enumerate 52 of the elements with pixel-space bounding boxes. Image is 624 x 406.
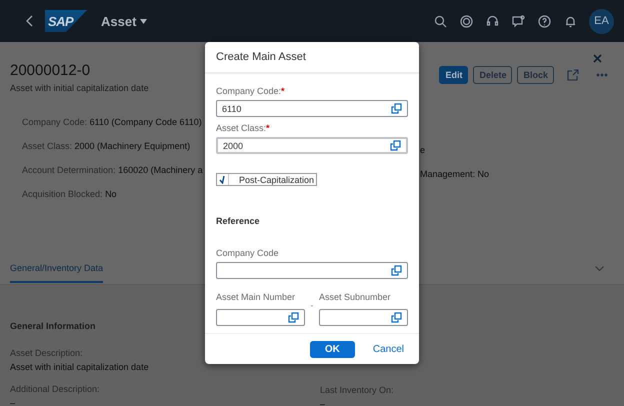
- field-label: Asset Main Number: [216, 292, 296, 302]
- ok-button[interactable]: OK: [310, 340, 355, 358]
- header-field: Account Determination: 160020 (Machinery a: [22, 165, 203, 175]
- header-field: Company Code: 6110 (Company Code 6110): [22, 117, 203, 127]
- dialog-title: Create Main Asset: [205, 42, 419, 74]
- app-title-menu[interactable]: Asset: [101, 14, 148, 28]
- post-capitalization-checkbox[interactable]: Post-Capitalization: [216, 173, 318, 186]
- bell-icon[interactable]: [564, 14, 577, 28]
- field-label: Asset Description:: [10, 348, 84, 358]
- back-icon[interactable]: [26, 15, 33, 27]
- field-label: Company Code:*: [216, 86, 286, 96]
- input-field[interactable]: [319, 309, 408, 326]
- more-icon[interactable]: [596, 73, 608, 77]
- value-help-icon[interactable]: [391, 103, 402, 114]
- input-field[interactable]: 6110: [216, 100, 408, 117]
- value-help-icon[interactable]: [391, 312, 402, 323]
- field-value: Asset with initial capitalization date: [10, 362, 150, 372]
- cancel-button[interactable]: Cancel: [368, 340, 408, 358]
- ring-icon[interactable]: [460, 14, 473, 28]
- headset-icon[interactable]: [486, 14, 499, 28]
- input-field[interactable]: [216, 309, 305, 326]
- header-field: Acquisition Blocked: No: [22, 189, 203, 199]
- header-field: Asset Class: 2000 (Machinery Equipment): [22, 141, 203, 151]
- field-value: –: [320, 399, 326, 406]
- value-help-icon[interactable]: [391, 265, 402, 276]
- separator-text: -: [310, 300, 314, 312]
- header-field: Management: No: [420, 169, 490, 179]
- close-icon[interactable]: [593, 54, 602, 63]
- share-icon[interactable]: [567, 69, 579, 81]
- value-help-icon[interactable]: [390, 140, 401, 151]
- action-button[interactable]: Edit: [439, 66, 468, 84]
- field-label: Asset Subnumber: [319, 292, 391, 302]
- input-field[interactable]: [216, 262, 408, 279]
- check-icon: [218, 175, 226, 184]
- user-avatar[interactable]: EA: [589, 8, 614, 34]
- logo: SAP: [45, 10, 87, 32]
- chat-icon[interactable]: [512, 14, 525, 28]
- header-field: e: [420, 145, 426, 155]
- object-title: 20000012-0: [10, 62, 92, 79]
- section-title: General Information: [10, 321, 96, 331]
- value-help-icon[interactable]: [288, 312, 299, 323]
- help-icon[interactable]: [538, 14, 551, 28]
- section-heading: Reference: [216, 216, 261, 226]
- field-label: Asset Class:*: [216, 123, 271, 133]
- field-label: Last Inventory On:: [320, 385, 395, 395]
- caret-icon: [140, 18, 148, 24]
- field-label: Company Code: [216, 248, 280, 258]
- search-icon[interactable]: [434, 14, 447, 28]
- object-subtitle: Asset with initial capitalization date: [10, 83, 150, 93]
- field-label: Additional Description:: [10, 384, 101, 394]
- field-value: –: [10, 398, 16, 406]
- input-field[interactable]: 2000: [216, 137, 408, 154]
